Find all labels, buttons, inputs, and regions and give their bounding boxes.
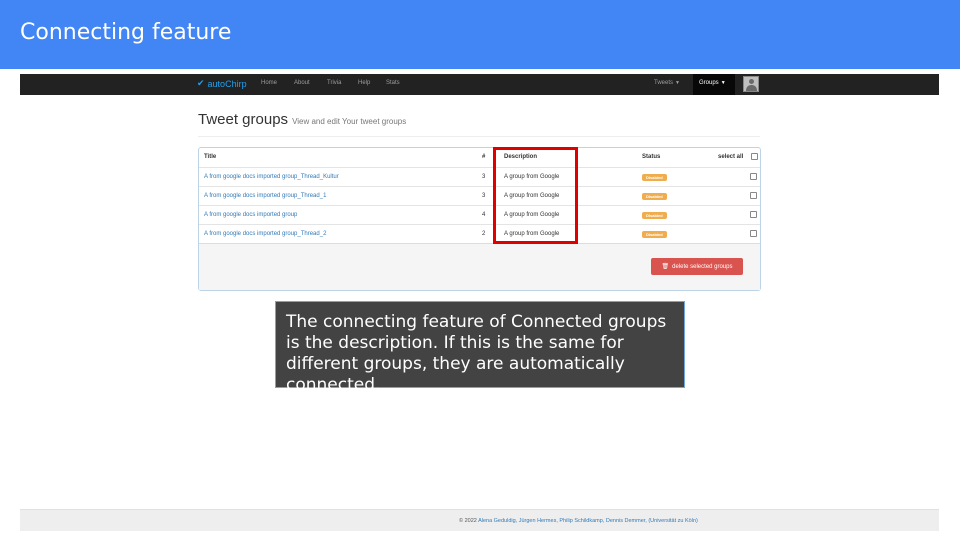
footer-text: © 2022 Alena Geduldig, Jürgen Hermes, Ph… (459, 518, 698, 524)
heading-divider (198, 136, 760, 137)
brand-link[interactable]: ✔ autoChirp (197, 78, 247, 89)
group-title-link[interactable]: A from google docs imported group_Thread… (204, 193, 326, 199)
status-badge: Disabled (642, 193, 667, 200)
groups-table-panel: Title # Description Status select all A … (198, 147, 761, 291)
table-row: A from google docs imported group_Thread… (199, 224, 760, 243)
group-title-link[interactable]: A from google docs imported group_Thread… (204, 231, 326, 237)
trash-icon: 🗑 (661, 264, 670, 270)
group-count: 4 (482, 212, 486, 218)
navbar: ✔ autoChirp Home About Trivia Help Stats… (20, 74, 939, 95)
avatar-head (749, 79, 754, 84)
delete-button-label: delete selected groups (672, 263, 733, 270)
page-footer: © 2022 Alena Geduldig, Jürgen Hermes, Ph… (20, 509, 939, 531)
group-count: 3 (482, 174, 486, 180)
nav-home[interactable]: Home (261, 80, 277, 86)
table-row: A from google docs imported group_Thread… (199, 167, 760, 186)
tweets-dropdown-label: Tweets (654, 80, 674, 86)
page-subtitle: View and edit Your tweet groups (292, 117, 407, 126)
caret-down-icon: ▼ (675, 80, 680, 86)
caret-down-icon: ▼ (720, 80, 726, 86)
row-checkbox[interactable] (750, 211, 757, 218)
header-number[interactable]: # (482, 154, 485, 160)
user-avatar-icon[interactable] (743, 76, 759, 92)
page-title: Tweet groups (198, 111, 289, 128)
row-checkbox[interactable] (750, 173, 757, 180)
avatar-body (746, 85, 757, 91)
groups-dropdown[interactable]: Groups ▼ (693, 74, 735, 95)
nav-trivia[interactable]: Trivia (327, 80, 341, 86)
callout-box: The connecting feature of Connected grou… (275, 301, 685, 395)
nav-about[interactable]: About (294, 80, 310, 86)
status-cell: Disabled (642, 174, 667, 181)
status-badge: Disabled (642, 212, 667, 219)
nav-stats[interactable]: Stats (386, 80, 400, 86)
status-badge: Disabled (642, 174, 667, 181)
status-cell: Disabled (642, 193, 667, 200)
footer-copyright: © 2022 (459, 518, 477, 524)
slide-header: Connecting feature (0, 0, 960, 69)
header-title[interactable]: Title (204, 154, 216, 160)
page-heading: Tweet groups View and edit Your tweet gr… (198, 111, 406, 128)
table-row: A from google docs imported group 4 A gr… (199, 205, 760, 224)
slide-title: Connecting feature (20, 20, 232, 45)
group-title-link[interactable]: A from google docs imported group_Thread… (204, 174, 339, 180)
table-header-row: Title # Description Status select all (199, 148, 760, 167)
table-row: A from google docs imported group_Thread… (199, 186, 760, 205)
row-checkbox[interactable] (750, 192, 757, 199)
nav-help[interactable]: Help (358, 80, 370, 86)
description-highlight-box (493, 147, 578, 244)
group-count: 2 (482, 231, 486, 237)
select-all-checkbox[interactable] (751, 153, 758, 160)
group-count: 3 (482, 193, 486, 199)
header-status[interactable]: Status (642, 154, 660, 160)
status-cell: Disabled (642, 212, 667, 219)
status-cell: Disabled (642, 231, 667, 238)
delete-selected-button[interactable]: 🗑 delete selected groups (651, 258, 743, 275)
row-checkbox[interactable] (750, 230, 757, 237)
twitter-bird-icon: ✔ (197, 78, 205, 88)
groups-dropdown-label: Groups (699, 80, 719, 86)
brand-label: autoChirp (207, 78, 247, 89)
group-title-link[interactable]: A from google docs imported group (204, 212, 297, 218)
status-badge: Disabled (642, 231, 667, 238)
panel-footer: 🗑 delete selected groups (199, 243, 760, 290)
header-select-all: select all (718, 154, 744, 160)
footer-authors[interactable]: Alena Geduldig, Jürgen Hermes, Philip Sc… (478, 518, 698, 524)
tweets-dropdown[interactable]: Tweets ▼ (654, 80, 680, 86)
